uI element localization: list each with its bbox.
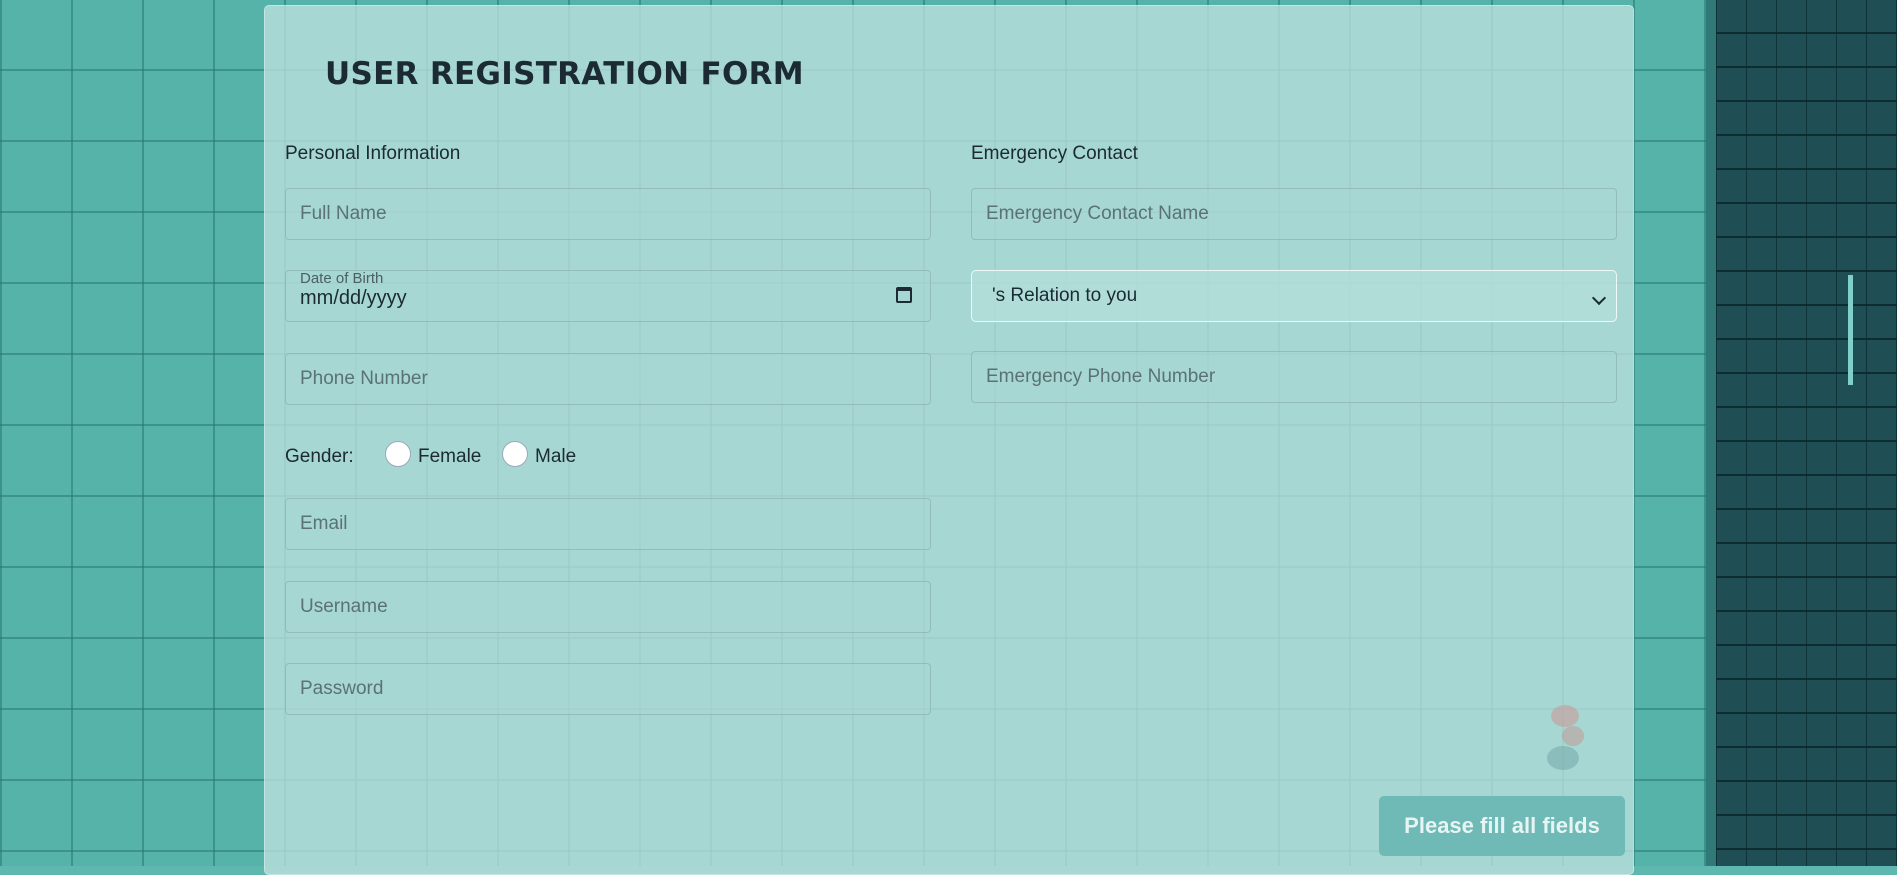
registration-card: USER REGISTRATION FORM Personal Informat… bbox=[264, 5, 1634, 875]
gender-male-label[interactable]: Male bbox=[535, 446, 576, 468]
emergency-phone-input[interactable]: Emergency Phone Number bbox=[971, 351, 1617, 403]
gender-label: Gender: bbox=[285, 446, 354, 467]
gender-female-radio[interactable] bbox=[385, 441, 411, 467]
page-title: USER REGISTRATION FORM bbox=[325, 56, 804, 92]
background-dark-wall bbox=[1716, 0, 1897, 866]
date-of-birth-input[interactable]: Date of Birth mm/dd/yyyy bbox=[285, 270, 931, 322]
chevron-down-icon bbox=[1591, 290, 1607, 306]
relation-select-value: 's Relation to you bbox=[992, 285, 1138, 306]
phone-number-input[interactable]: Phone Number bbox=[285, 353, 931, 405]
date-of-birth-label: Date of Birth bbox=[300, 270, 384, 287]
emergency-section-label: Emergency Contact bbox=[971, 143, 1138, 164]
gender-male-radio[interactable] bbox=[502, 441, 528, 467]
personal-section-label: Personal Information bbox=[285, 143, 461, 164]
submit-button[interactable]: Please fill all fields bbox=[1379, 796, 1625, 856]
email-input[interactable]: Email bbox=[285, 498, 931, 550]
flower-decoration bbox=[1547, 705, 1584, 770]
date-of-birth-value: mm/dd/yyyy bbox=[300, 287, 407, 309]
full-name-input[interactable]: Full Name bbox=[285, 188, 931, 240]
relation-select[interactable]: 's Relation to you bbox=[971, 270, 1617, 322]
emergency-contact-name-input[interactable]: Emergency Contact Name bbox=[971, 188, 1617, 240]
gender-female-label[interactable]: Female bbox=[418, 446, 481, 468]
username-input[interactable]: Username bbox=[285, 581, 931, 633]
password-input[interactable]: Password bbox=[285, 663, 931, 715]
calendar-icon[interactable] bbox=[896, 287, 912, 303]
background-pole bbox=[1848, 275, 1853, 385]
